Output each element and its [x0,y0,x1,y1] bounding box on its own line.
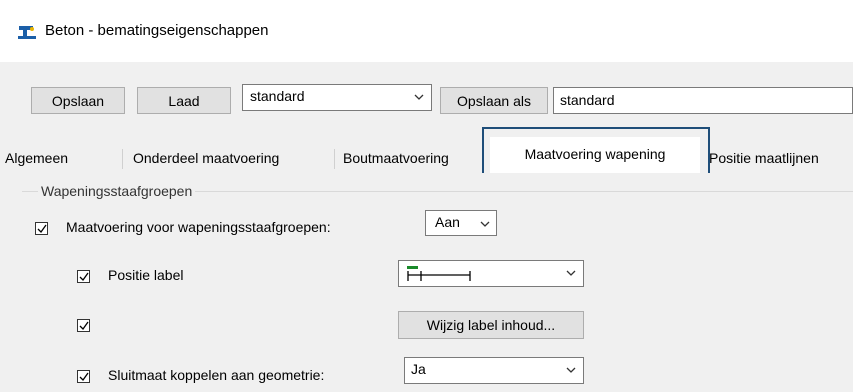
save-as-name-input[interactable]: standard [553,87,853,114]
preset-select-value: standard [250,88,305,104]
rebar-group-dimensioning-checkbox[interactable] [35,222,48,235]
checkmark-icon [79,272,89,282]
tab-general[interactable]: Algemeen [3,145,70,173]
chevron-down-icon [414,94,424,100]
tab-bar: Algemeen Onderdeel maatvoering Boutmaatv… [0,137,853,174]
concrete-beam-icon [18,26,36,39]
save-button[interactable]: Opslaan [31,87,125,114]
position-label-checkbox[interactable] [77,270,90,283]
group-title: Wapeningsstaafgroepen [38,183,196,199]
chevron-down-icon [566,367,576,373]
tab-separator [334,149,335,169]
edit-label-content-button[interactable]: Wijzig label inhoud... [398,311,584,339]
checkmark-icon [79,372,89,382]
tab-separator [122,149,123,169]
position-label-label: Positie label [108,267,184,283]
tab-part-dimensioning[interactable]: Onderdeel maatvoering [131,145,281,173]
position-label-select[interactable] [398,260,584,287]
dimension-line-icon [407,266,471,281]
checkmark-icon [79,321,89,331]
closing-dimension-checkbox[interactable] [77,370,90,383]
closing-dimension-value: Ja [411,361,426,377]
preset-select[interactable]: standard [242,84,432,111]
closing-dimension-label: Sluitmaat koppelen aan geometrie: [108,367,325,383]
chevron-down-icon [480,221,490,227]
load-button[interactable]: Laad [137,87,231,114]
rebar-group-dimensioning-value: Aan [435,214,460,230]
tab-dimension-line-position[interactable]: Positie maatlijnen [707,145,821,173]
chevron-down-icon [566,270,576,276]
tab-bolt-dimensioning[interactable]: Boutmaatvoering [341,145,487,173]
checkmark-icon [37,224,47,234]
closing-dimension-select[interactable]: Ja [404,357,584,384]
rebar-group-dimensioning-select[interactable]: Aan [425,210,497,236]
save-as-button[interactable]: Opslaan als [440,87,548,114]
title-bar: Beton - bematingseigenschappen [0,0,853,62]
label-content-checkbox[interactable] [77,319,90,332]
rebar-group-dimensioning-label: Maatvoering voor wapeningsstaafgroepen: [66,219,331,235]
window-title: Beton - bematingseigenschappen [45,22,269,39]
